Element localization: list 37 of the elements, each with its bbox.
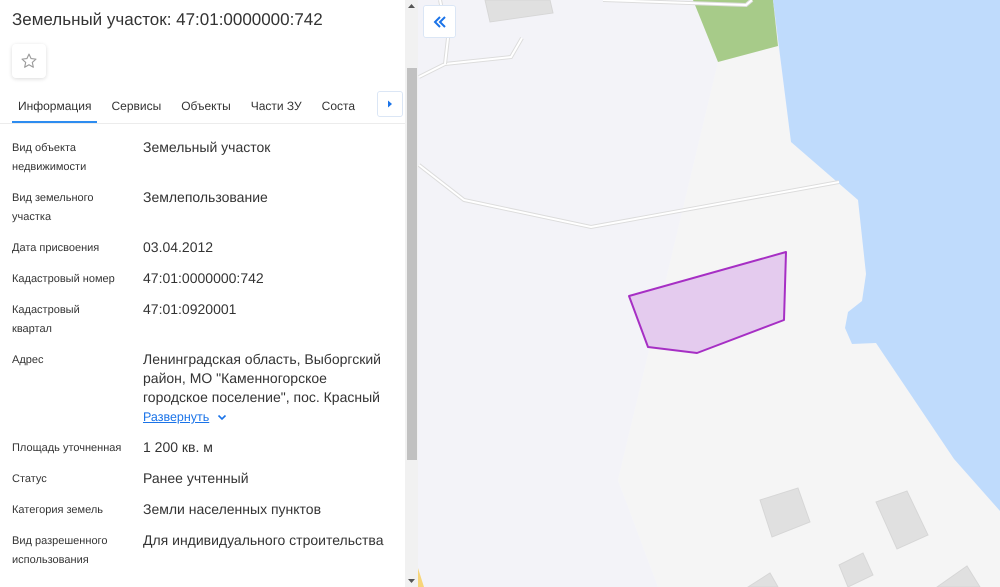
- double-chevron-left-icon: [432, 16, 446, 28]
- field-value: Землепользование: [143, 188, 269, 207]
- chevron-down-icon: [217, 414, 228, 421]
- scroll-up-icon[interactable]: [408, 4, 415, 8]
- field-value: 47:01:0920001: [143, 300, 238, 319]
- play-icon: [387, 100, 393, 108]
- field-value: Ранее учтенный: [143, 469, 250, 488]
- parcel-polygon[interactable]: [628, 251, 787, 354]
- field-label: Адрес: [12, 353, 44, 368]
- scrollbar-thumb[interactable]: [407, 68, 417, 460]
- field-label: Категория земель: [12, 503, 104, 518]
- field-value: Земли населенных пунктов: [143, 500, 322, 519]
- field-label: Вид разрешенного использования: [12, 534, 108, 568]
- favorite-button[interactable]: [12, 44, 46, 78]
- field-value: 1 200 кв. м: [143, 438, 214, 457]
- scrollbar[interactable]: [405, 0, 418, 587]
- scroll-down-icon[interactable]: [408, 579, 415, 583]
- tab[interactable]: Сервисы: [105, 93, 168, 123]
- tab[interactable]: Части ЗУ: [244, 93, 308, 123]
- field-value: Для индивидуального строительства: [143, 531, 384, 550]
- field-label: Статус: [12, 472, 48, 487]
- field-label: Кадастровый номер: [12, 272, 116, 287]
- collapse-panel-button[interactable]: [423, 5, 456, 38]
- tab[interactable]: Информация: [12, 93, 98, 123]
- field-value: 03.04.2012: [143, 238, 214, 257]
- field-value: Земельный участок: [143, 138, 272, 157]
- field-value: Ленинградская область, Выборгский район, МО "Каменногорское городское поселение", пос. Красный: [143, 350, 382, 407]
- field-label: Вид объекта недвижимости: [12, 141, 88, 175]
- tab[interactable]: Соста: [316, 93, 362, 123]
- field-label: Кадастровый квартал: [12, 303, 81, 337]
- field-label: Площадь уточненная: [12, 441, 122, 456]
- expand-link[interactable]: Развернуть: [143, 410, 210, 424]
- field-label: Вид земельного участка: [12, 191, 95, 225]
- tab[interactable]: Объекты: [175, 93, 237, 123]
- panel-title: Земельный участок: 47:01:0000000:742: [11, 9, 324, 31]
- field-value: 47:01:0000000:742: [143, 269, 265, 288]
- field-label: Дата присвоения: [12, 241, 100, 256]
